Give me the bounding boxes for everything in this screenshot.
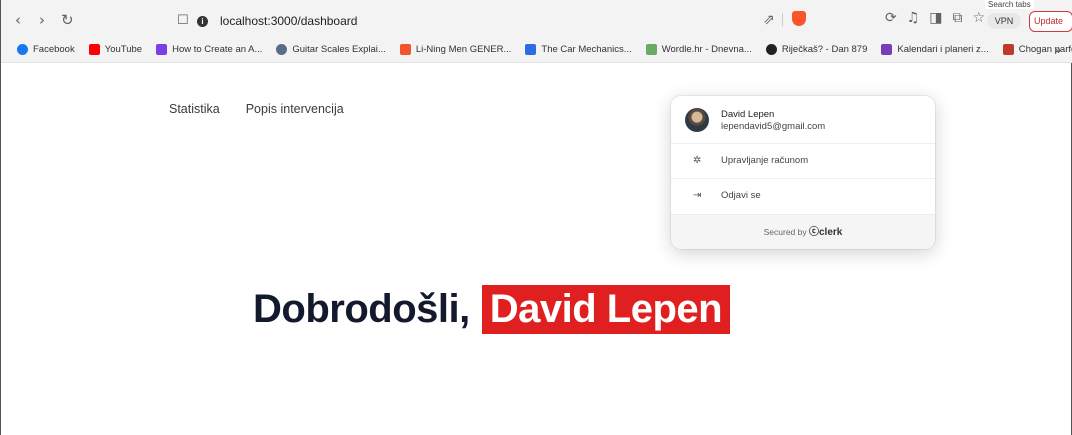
bookmark-label: YouTube [104,44,143,55]
sign-out-button[interactable]: ⇥ Odjavi se [671,179,935,215]
browser-toolbar: ‹ › ↻ ☐ i localhost:3000/dashboard ⇗ ⟳ ♫… [1,0,1072,37]
bookmark-favicon-icon [645,44,657,55]
bookmark-label: How to Create an A... [172,44,263,55]
bookmark-item[interactable]: Facebook [17,44,75,55]
sign-out-label: Odjavi se [721,190,761,201]
update-button[interactable]: Update [1029,11,1072,32]
bookmark-item[interactable]: Riječkaš? - Dan 879 [765,44,868,55]
clerk-logo: ⓒclerk [809,227,842,238]
vpn-button[interactable]: VPN [987,13,1021,29]
extension-icons: ⟳ ♫ ◨ ⧉ ☆ [885,10,985,26]
nav-popis-intervencija[interactable]: Popis intervencija [246,102,344,116]
clerk-icon: ⓒ [809,227,819,238]
bookmark-label: Guitar Scales Explai... [292,44,386,55]
bookmark-favicon-icon [399,44,411,55]
bookmark-label: The Car Mechanics... [541,44,632,55]
bookmark-item[interactable]: Guitar Scales Explai... [276,44,386,55]
sidebar-icon[interactable]: ◨ [929,10,942,26]
bookmark-item[interactable]: Kalendari i planeri z... [881,44,989,55]
avatar [685,108,709,132]
more-bookmarks-icon[interactable]: » [1054,43,1061,57]
bookmark-favicon-icon [88,44,100,55]
bookmark-item[interactable]: How to Create an A... [156,44,262,55]
search-tabs-tooltip: Search tabs [985,0,1034,9]
nav-statistika[interactable]: Statistika [169,102,220,116]
gear-icon: ✲ [693,155,702,166]
bookmarks-bar: Facebook YouTube How to Create an A... Guit… [1,37,1072,63]
bookmark-favicon-icon [156,44,168,55]
user-email: lependavid5@gmail.com [721,121,826,132]
bookmark-label: Facebook [33,44,75,55]
bookmark-label: Chogan parfemi za... [1018,44,1072,55]
music-icon[interactable]: ♫ [907,10,920,26]
back-icon[interactable]: ‹ [15,13,21,28]
bookmark-label: Kalendari i planeri z... [897,44,989,55]
bookmark-favicon-icon [765,44,777,55]
forward-icon[interactable]: › [39,13,45,28]
user-name: David Lepen [721,109,775,120]
site-info-icon[interactable]: i [197,15,208,27]
bookmark-icon[interactable]: ☐ [177,13,189,28]
welcome-greeting: Dobrodošli, [253,286,470,331]
brave-shield-icon[interactable] [792,11,806,26]
welcome-user-name: David Lepen [481,284,731,334]
user-info: David Lepen lependavid5@gmail.com [671,96,935,144]
clerk-brand: clerk [819,227,843,238]
bookmark-favicon-icon [1002,44,1014,55]
bookmark-item[interactable]: Li-Ning Men GENER... [399,44,512,55]
bookmark-item[interactable]: The Car Mechanics... [525,44,632,55]
bookmarks-manager-icon[interactable]: ☆ [973,10,986,26]
bookmark-item[interactable]: YouTube [88,44,143,55]
manage-account-label: Upravljanje računom [721,155,809,166]
manage-account-button[interactable]: ✲ Upravljanje računom [671,144,935,179]
reload-icon[interactable]: ↻ [61,13,74,28]
bookmark-favicon-icon [17,44,28,55]
toolbar-divider [782,13,783,26]
bookmark-label: Wordle.hr - Dnevna... [661,44,752,55]
bookmark-label: Li-Ning Men GENER... [415,44,512,55]
screenshot-icon[interactable]: ⧉ [953,10,963,26]
bookmark-item[interactable]: Wordle.hr - Dnevna... [645,44,752,55]
address-bar[interactable]: i localhost:3000/dashboard [197,12,817,30]
app-nav: Statistika Popis intervencija [169,102,344,116]
user-menu-dropdown: David Lepen lependavid5@gmail.com ✲ Upra… [671,96,935,249]
bookmark-favicon-icon [525,44,537,55]
welcome-heading: Dobrodošli, David Lepen [253,281,731,337]
bookmark-label: Riječkaš? - Dan 879 [781,44,868,55]
extensions-icon[interactable]: ⟳ [885,10,897,26]
url-text: localhost:3000/dashboard [220,14,358,28]
bookmark-favicon-icon [881,44,893,55]
secured-by-label: Secured by [763,227,807,237]
bookmark-item[interactable]: Chogan parfemi za... [1002,44,1072,55]
secured-by-footer: Secured by ⓒclerk [671,215,935,249]
sign-out-icon: ⇥ [693,190,702,201]
bookmark-favicon-icon [276,44,288,55]
browser-window: ‹ › ↻ ☐ i localhost:3000/dashboard ⇗ ⟳ ♫… [0,0,1072,435]
share-icon[interactable]: ⇗ [763,11,775,28]
